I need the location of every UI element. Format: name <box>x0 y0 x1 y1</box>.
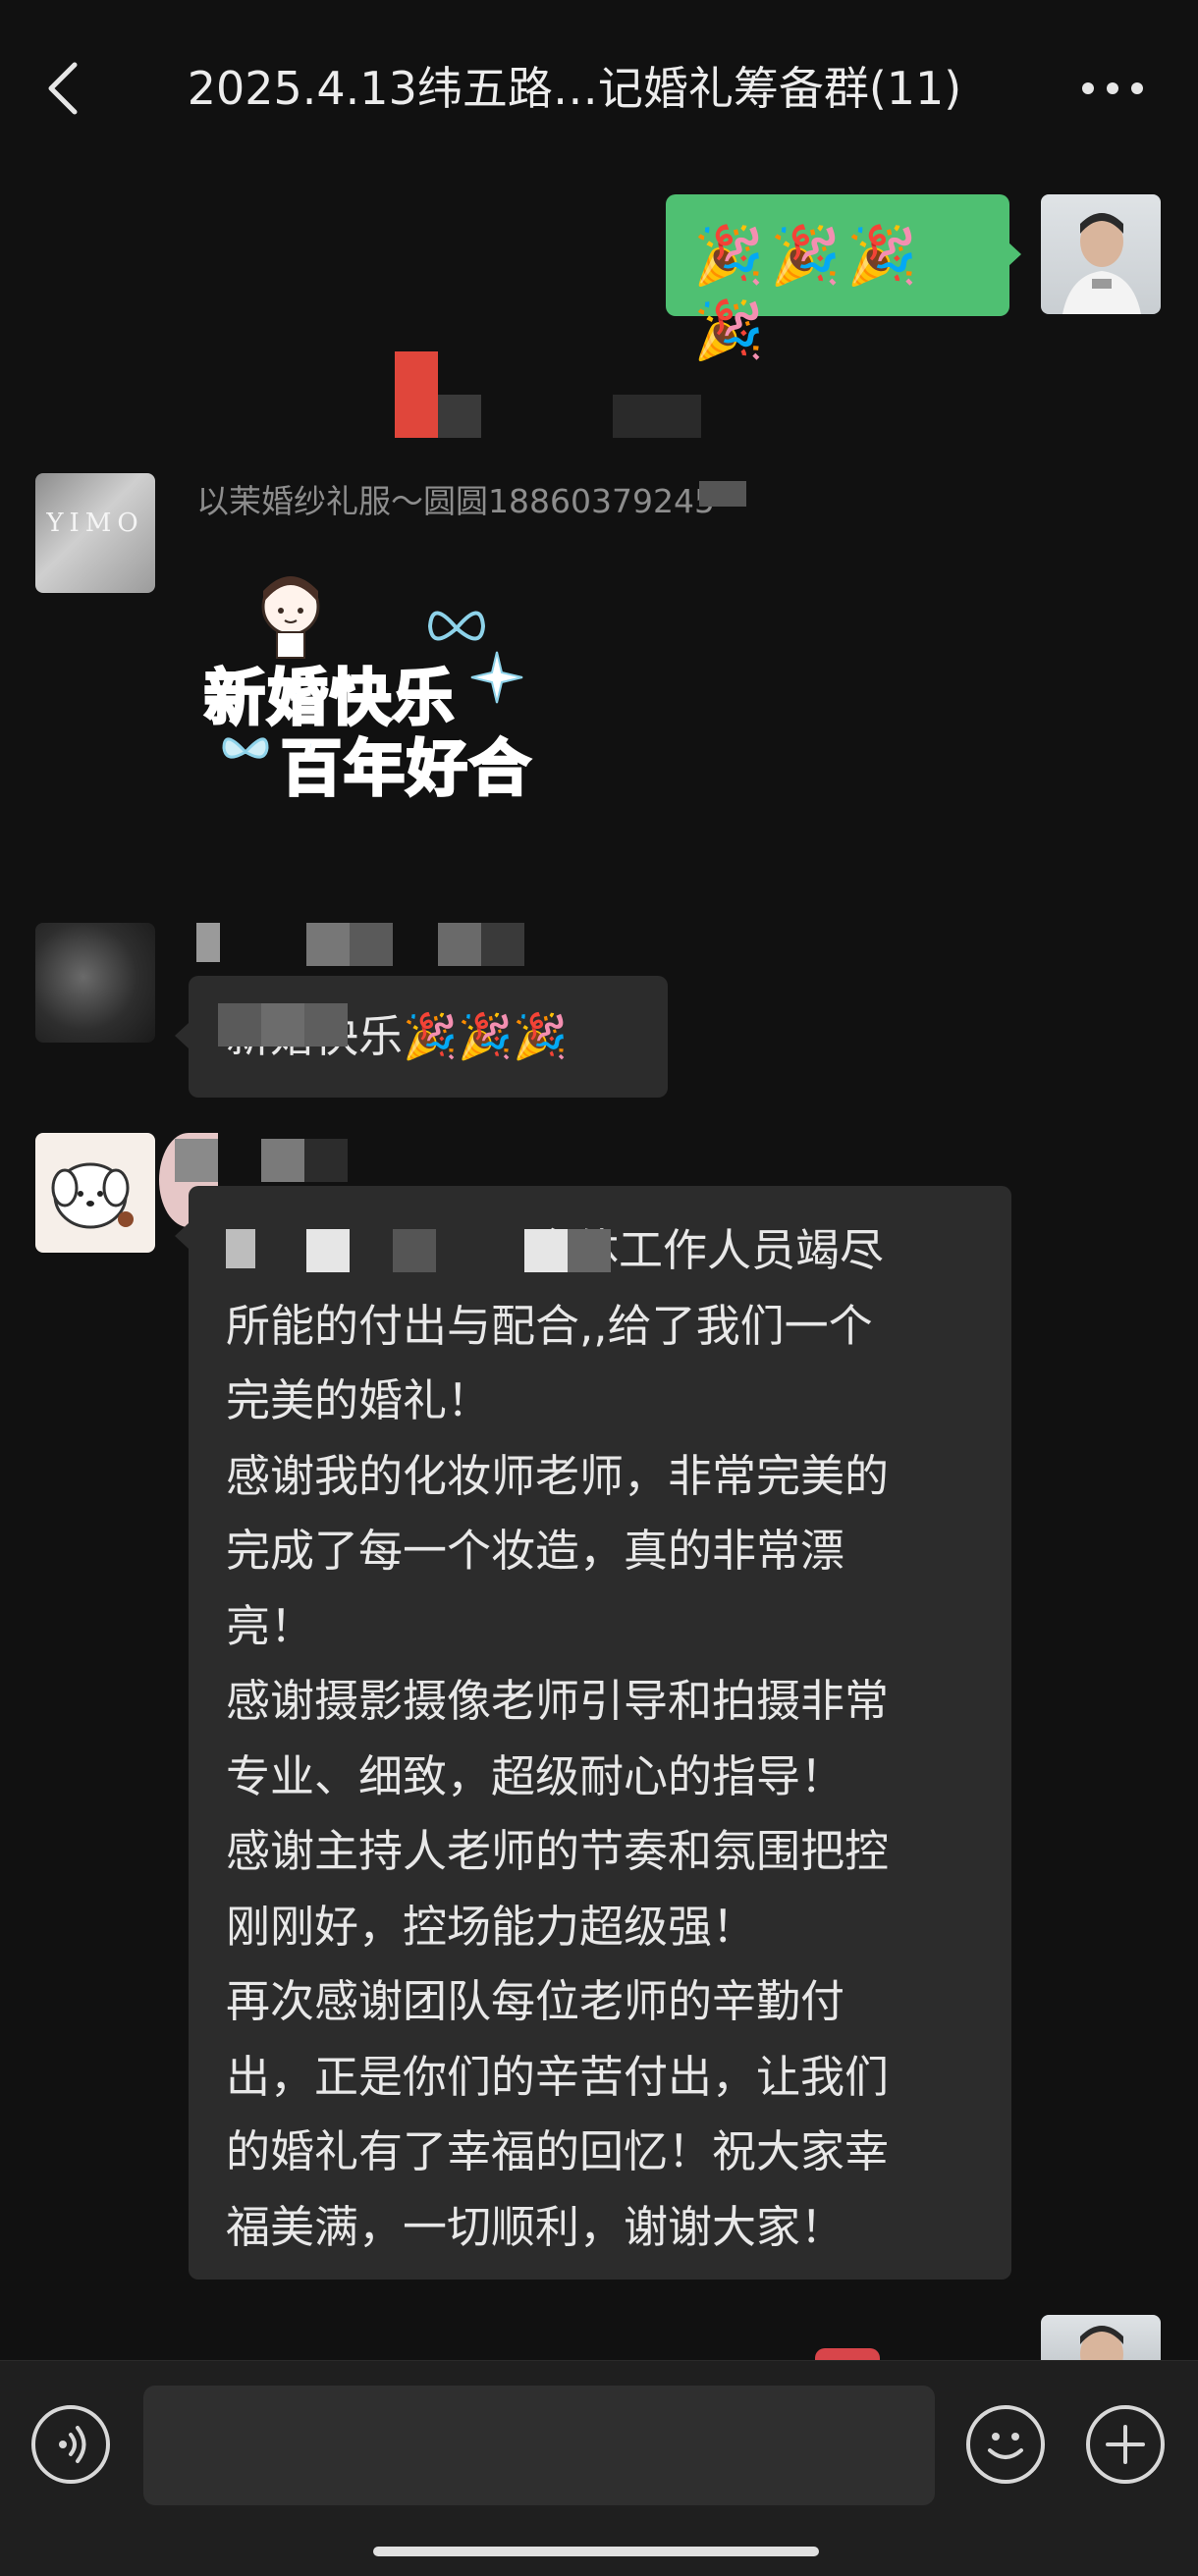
home-indicator[interactable] <box>373 2547 819 2556</box>
censored-block <box>393 1229 436 1272</box>
text-line: 亮！ <box>226 1599 315 1652</box>
censored-block <box>306 923 350 966</box>
sender-name[interactable]: 以茉婚纱礼服～圆圆18860379245 <box>196 475 715 522</box>
butterfly-icon <box>222 737 269 759</box>
censored-block <box>613 395 701 438</box>
avatar[interactable] <box>1041 194 1161 314</box>
avatar[interactable] <box>35 923 155 1043</box>
censored-block <box>481 923 524 966</box>
text-line: 感谢摄影摄像老师引导和拍摄非常 <box>226 1675 890 1727</box>
text-line: 所能的付出与配合,,给了我们一个 <box>226 1299 873 1352</box>
text-line: 专业、细致，超级耐心的指导！ <box>226 1749 845 1802</box>
message-text: 🎉🎉🎉🎉 <box>693 222 924 363</box>
person-photo <box>1062 213 1141 314</box>
avatar[interactable]: YIMO <box>35 473 155 593</box>
chat-header: 2025.4.13纬五路…记婚礼筹备群(11) <box>0 0 1198 177</box>
censored-block <box>175 1139 218 1182</box>
censored-block <box>350 923 393 966</box>
text-line: 再次感谢团队每位老师的辛勤付 <box>226 1975 845 2027</box>
censored-block <box>196 923 220 962</box>
censored-block <box>438 395 481 438</box>
sticker-text: 百年好合 <box>279 731 533 806</box>
bubble-tail <box>175 1223 189 1249</box>
censored-block <box>699 481 746 507</box>
dog-cartoon <box>51 1162 134 1229</box>
censored-block <box>524 1229 568 1272</box>
bubble-tail <box>175 1023 189 1048</box>
more-dots-icon[interactable] <box>1080 69 1145 108</box>
text-line: 完美的婚礼！ <box>226 1374 492 1426</box>
censored-block <box>438 923 481 966</box>
text-line: 出，正是你们的辛苦付出，让我们 <box>226 2050 890 2103</box>
censored-block <box>304 1139 348 1182</box>
plus-icon[interactable] <box>1086 2405 1165 2484</box>
avatar[interactable] <box>35 1133 155 1253</box>
message-input[interactable] <box>143 2386 935 2505</box>
partial-sticker <box>815 2348 880 2360</box>
text-line: 感谢主持人老师的节奏和氛围把控 <box>226 1825 890 1877</box>
avatar-logo: YIMO <box>46 509 144 538</box>
message-text: 全体工作人员竭尽 所能的付出与配合,,给了我们一个 完美的婚礼！ 感谢我的化妆师… <box>226 1213 992 2265</box>
voice-icon[interactable] <box>31 2405 110 2484</box>
chevron-left-icon[interactable] <box>43 59 82 118</box>
censored-block <box>304 1003 348 1046</box>
smiley-icon[interactable] <box>966 2405 1045 2484</box>
girl-doodle-icon <box>261 576 320 659</box>
bubble-tail <box>1007 242 1021 267</box>
censored-block <box>226 1229 255 1268</box>
text-line: 福美满，一切顺利，谢谢大家！ <box>226 2200 845 2253</box>
censored-block <box>218 1003 261 1046</box>
censored-block <box>568 1229 611 1272</box>
text-line: 完成了每一个妆造，真的非常漂 <box>226 1525 845 1577</box>
chat-title[interactable]: 2025.4.13纬五路…记婚礼筹备群(11) <box>118 49 1031 128</box>
censored-block <box>261 1139 304 1182</box>
text-line: 的婚礼有了幸福的回忆！祝大家幸 <box>226 2125 890 2177</box>
person-photo <box>1080 2326 1123 2360</box>
sparkle-icon <box>470 651 523 704</box>
censored-block <box>306 1229 350 1272</box>
censored-block <box>261 1003 304 1046</box>
avatar[interactable] <box>1041 2315 1161 2360</box>
text-line: 感谢我的化妆师老师，非常完美的 <box>226 1449 890 1502</box>
censored-block <box>395 351 438 438</box>
text-line: 刚刚好，控场能力超级强！ <box>226 1900 757 1953</box>
